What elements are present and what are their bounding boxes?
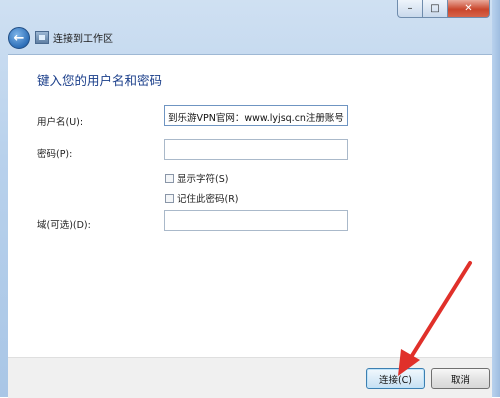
cancel-button[interactable]: 取消 <box>431 368 490 389</box>
navigation-bar: ← 连接到工作区 <box>0 22 492 54</box>
domain-field[interactable] <box>164 210 348 231</box>
dialog-content: 键入您的用户名和密码 用户名(U): 到乐游VPN官网：www.lyjsq.cn… <box>8 54 492 358</box>
checkbox-box[interactable] <box>165 173 174 183</box>
remember-password-checkbox[interactable]: 记住此密码(R) <box>165 191 239 205</box>
password-field[interactable] <box>164 139 348 160</box>
connect-button[interactable]: 连接(C) <box>366 368 425 389</box>
domain-label: 域(可选)(D): <box>37 220 91 231</box>
minimize-button[interactable]: – <box>397 0 423 18</box>
network-icon <box>35 31 49 44</box>
back-arrow-icon[interactable]: ← <box>8 27 30 49</box>
window-title: 连接到工作区 <box>53 34 113 45</box>
username-label: 用户名(U): <box>37 117 84 128</box>
maximize-button[interactable]: □ <box>423 0 448 18</box>
username-field[interactable]: 到乐游VPN官网：www.lyjsq.cn注册账号 <box>164 105 348 126</box>
checkbox-box[interactable] <box>165 193 174 203</box>
close-button[interactable]: ✕ <box>448 0 490 18</box>
show-characters-checkbox[interactable]: 显示字符(S) <box>165 171 228 185</box>
page-heading: 键入您的用户名和密码 <box>37 73 163 88</box>
remember-password-label: 记住此密码(R) <box>177 194 239 205</box>
password-label: 密码(P): <box>37 149 73 160</box>
window-controls: – □ ✕ <box>397 0 490 18</box>
dialog-footer: 连接(C) 取消 <box>8 357 492 398</box>
show-characters-label: 显示字符(S) <box>177 174 229 185</box>
